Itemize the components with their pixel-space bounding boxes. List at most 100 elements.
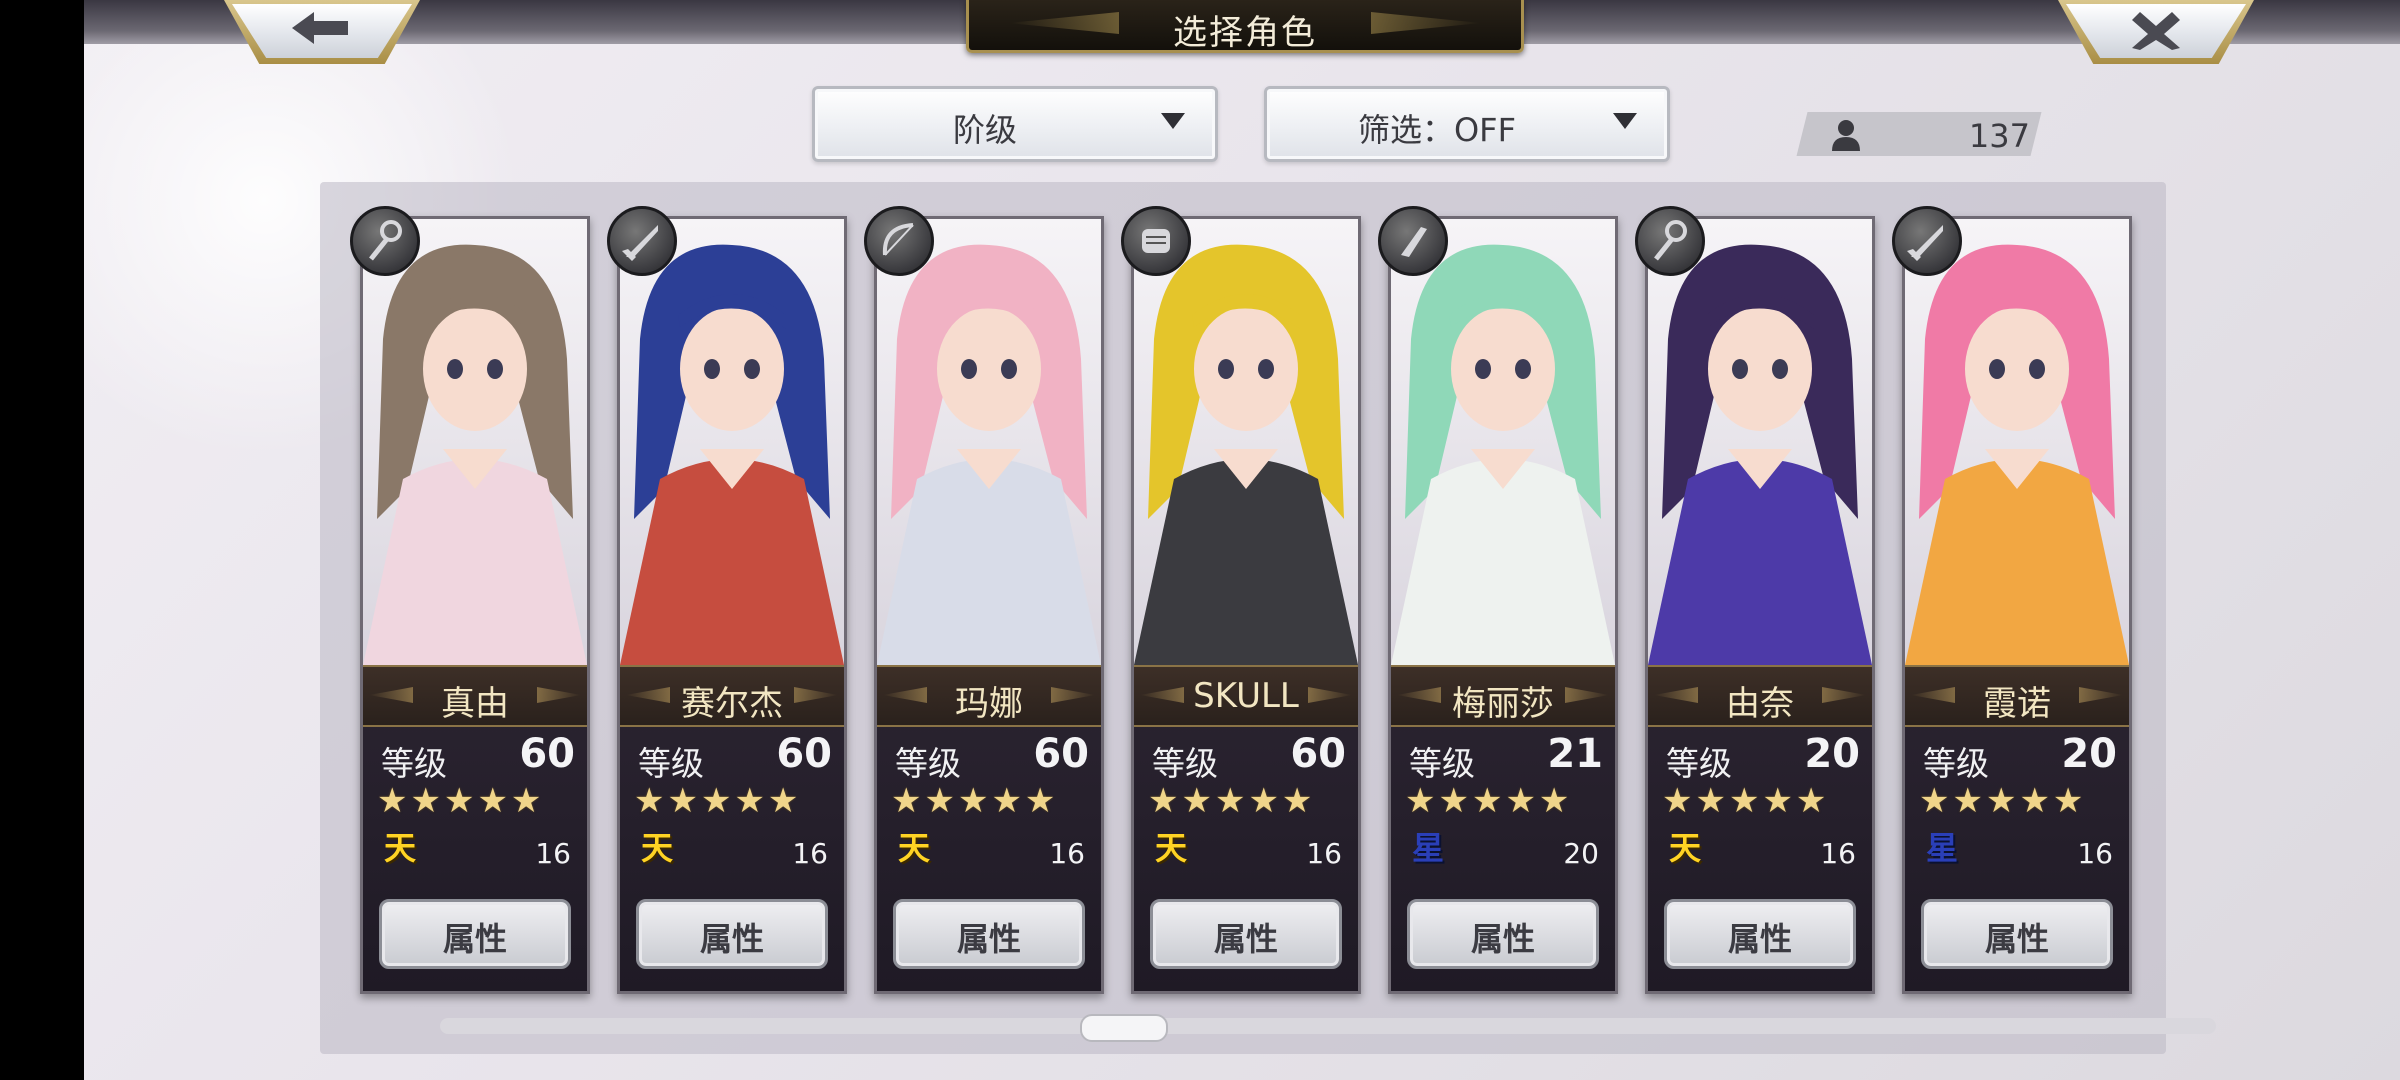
back-button[interactable] [224, 0, 420, 64]
level-value: 60 [776, 731, 832, 777]
star-rating: ★★★★★ [1405, 781, 1573, 821]
character-card[interactable]: 梅丽莎 等级 21 ★★★★★ 星 20 属性 [1388, 216, 1618, 994]
attributes-button[interactable]: 属性 [636, 899, 828, 969]
level-value: 20 [2061, 731, 2117, 777]
character-name: 赛尔杰 [681, 684, 783, 724]
filter-dropdown-label: 筛选：OFF [1357, 111, 1516, 149]
filter-dropdown[interactable]: 筛选：OFF [1264, 86, 1670, 162]
character-name: SKULL [1193, 676, 1299, 716]
character-name-plate: 真由 [363, 665, 587, 727]
rank-value: 16 [535, 837, 571, 870]
character-name: 由奈 [1726, 684, 1794, 724]
star-rating: ★★★★★ [1662, 781, 1830, 821]
star-rating: ★★★★★ [377, 781, 545, 821]
attributes-button-label: 属性 [1213, 920, 1278, 958]
character-card[interactable]: 由奈 等级 20 ★★★★★ 天 16 属性 [1645, 216, 1875, 994]
sword-weapon-icon [607, 206, 677, 276]
character-name-plate: 霞诺 [1905, 665, 2129, 727]
page-title: 选择角色 [1173, 13, 1317, 53]
attributes-button[interactable]: 属性 [1664, 899, 1856, 969]
staff-weapon-icon [1635, 206, 1705, 276]
rank-badge-icon: 星 [1411, 829, 1444, 867]
character-card[interactable]: 霞诺 等级 20 ★★★★★ 星 16 属性 [1902, 216, 2132, 994]
rank-value: 16 [792, 837, 828, 870]
character-portrait [877, 219, 1101, 665]
close-icon [2058, 6, 2254, 58]
roster-count: 137 [1968, 117, 2030, 155]
character-name: 玛娜 [955, 684, 1023, 724]
close-button[interactable] [2058, 0, 2254, 64]
level-label: 等级 [1409, 744, 1475, 783]
attributes-button-label: 属性 [1984, 920, 2049, 958]
title-plate: 选择角色 [966, 0, 1524, 53]
rank-value: 16 [1306, 837, 1342, 870]
rank-badge-icon: 天 [640, 829, 673, 867]
attributes-button-label: 属性 [699, 920, 764, 958]
character-portrait [620, 219, 844, 665]
character-name-plate: SKULL [1134, 665, 1358, 727]
sword-weapon-icon [1892, 206, 1962, 276]
back-arrow-icon [224, 6, 420, 58]
staff-weapon-icon [350, 206, 420, 276]
character-portrait [1134, 219, 1358, 665]
rank-badge-icon: 天 [1154, 829, 1187, 867]
attributes-button-label: 属性 [1727, 920, 1792, 958]
level-label: 等级 [381, 744, 447, 783]
rank-badge-icon: 天 [383, 829, 416, 867]
scrollbar-track[interactable] [440, 1018, 2216, 1034]
rank-value: 16 [1820, 837, 1856, 870]
scrollbar-thumb[interactable] [1080, 1014, 1168, 1042]
level-label: 等级 [1666, 744, 1732, 783]
attributes-button-label: 属性 [442, 920, 507, 958]
attributes-button[interactable]: 属性 [379, 899, 571, 969]
fist-weapon-icon [1121, 206, 1191, 276]
rank-badge-icon: 天 [1668, 829, 1701, 867]
sort-dropdown-label: 阶级 [952, 111, 1017, 149]
character-name-plate: 梅丽莎 [1391, 665, 1615, 727]
screen-background: 选择角色 阶级 筛选：OFF 137 真由 等级 60 ★★★★★ 天 16 属… [84, 0, 2400, 1080]
chevron-down-icon [1613, 113, 1637, 129]
level-label: 等级 [638, 744, 704, 783]
rank-badge-icon: 天 [897, 829, 930, 867]
attributes-button[interactable]: 属性 [1407, 899, 1599, 969]
star-rating: ★★★★★ [634, 781, 802, 821]
character-name: 真由 [441, 684, 509, 724]
level-label: 等级 [1152, 744, 1218, 783]
character-name-plate: 玛娜 [877, 665, 1101, 727]
attributes-button[interactable]: 属性 [1150, 899, 1342, 969]
character-card[interactable]: 赛尔杰 等级 60 ★★★★★ 天 16 属性 [617, 216, 847, 994]
character-card[interactable]: 真由 等级 60 ★★★★★ 天 16 属性 [360, 216, 590, 994]
star-rating: ★★★★★ [891, 781, 1059, 821]
attributes-button[interactable]: 属性 [1921, 899, 2113, 969]
attributes-button-label: 属性 [956, 920, 1021, 958]
chevron-down-icon [1161, 113, 1185, 129]
level-label: 等级 [895, 744, 961, 783]
character-card[interactable]: 玛娜 等级 60 ★★★★★ 天 16 属性 [874, 216, 1104, 994]
rank-value: 16 [1049, 837, 1085, 870]
level-value: 20 [1804, 731, 1860, 777]
star-rating: ★★★★★ [1148, 781, 1316, 821]
character-portrait [1391, 219, 1615, 665]
character-card[interactable]: SKULL 等级 60 ★★★★★ 天 16 属性 [1131, 216, 1361, 994]
character-name: 梅丽莎 [1452, 684, 1554, 724]
character-portrait [363, 219, 587, 665]
level-label: 等级 [1923, 744, 1989, 783]
character-name-plate: 赛尔杰 [620, 665, 844, 727]
character-name-plate: 由奈 [1648, 665, 1872, 727]
character-portrait [1648, 219, 1872, 665]
level-value: 60 [519, 731, 575, 777]
level-value: 60 [1033, 731, 1089, 777]
attributes-button[interactable]: 属性 [893, 899, 1085, 969]
knife-weapon-icon [1378, 206, 1448, 276]
sort-dropdown[interactable]: 阶级 [812, 86, 1218, 162]
character-portrait [1905, 219, 2129, 665]
attributes-button-label: 属性 [1470, 920, 1535, 958]
level-value: 21 [1547, 731, 1603, 777]
character-name: 霞诺 [1983, 684, 2051, 724]
bow-weapon-icon [864, 206, 934, 276]
person-icon [1828, 118, 1864, 152]
star-rating: ★★★★★ [1919, 781, 2087, 821]
rank-value: 20 [1563, 837, 1599, 870]
level-value: 60 [1290, 731, 1346, 777]
rank-badge-icon: 星 [1925, 829, 1958, 867]
